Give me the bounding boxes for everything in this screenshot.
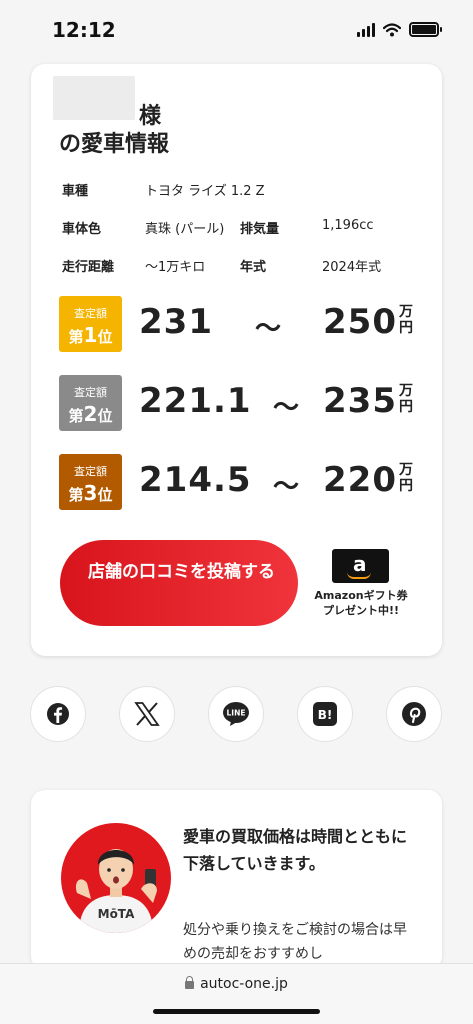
user-name-redacted [53, 76, 135, 120]
rank-row-1: 査定額 第1位 231 〜 250 万円 [59, 296, 419, 352]
price-unit: 万円 [399, 304, 413, 336]
svg-text:B!: B! [318, 708, 333, 722]
car-info-card: 様 の愛車情報 車種 トヨタ ライズ 1.2 Z 車体色 真珠 (パール) 排気… [31, 64, 442, 656]
share-x-button[interactable] [119, 686, 175, 742]
status-time: 12:12 [52, 18, 116, 42]
spec-label-model: 車種 [62, 184, 89, 199]
spec-label-mileage: 走行距離 [62, 260, 115, 275]
rank-badge-1: 査定額 第1位 [59, 296, 122, 352]
status-bar: 12:12 [0, 0, 473, 60]
price-unit: 万円 [399, 462, 413, 494]
rank-row-2: 査定額 第2位 221.1 〜 235 万円 [59, 375, 419, 431]
rank-badge-3: 査定額 第3位 [59, 454, 122, 510]
spec-value-displacement: 1,196cc [322, 218, 374, 233]
rank-badge-caption: 査定額 [74, 307, 107, 320]
price-range-separator: 〜 [273, 472, 300, 502]
lock-icon [185, 976, 195, 989]
spec-label-color: 車体色 [62, 222, 102, 237]
price-range-separator: 〜 [273, 393, 300, 423]
browser-url-bar[interactable]: autoc-one.jp [0, 963, 473, 1024]
card-title: の愛車情報 [59, 132, 170, 157]
price-unit: 万円 [399, 383, 413, 415]
battery-icon [409, 22, 442, 37]
price-low: 231 [139, 302, 213, 342]
rank-badge-position: 第3位 [68, 481, 113, 505]
line-icon: LINE [223, 702, 249, 726]
mascot-avatar: MōTA [61, 823, 171, 933]
price-high: 235 [323, 381, 397, 421]
home-indicator[interactable] [153, 1009, 320, 1014]
x-icon [134, 702, 160, 726]
amazon-logo-icon[interactable]: a [332, 549, 389, 583]
spec-value-color: 真珠 (パール) [145, 222, 225, 237]
rank-badge-position: 第2位 [68, 402, 113, 426]
pinterest-icon [402, 702, 426, 726]
spec-value-year: 2024年式 [322, 260, 382, 275]
svg-text:MōTA: MōTA [98, 907, 135, 921]
spec-label-year: 年式 [240, 260, 267, 275]
spec-value-mileage: 〜1万キロ [145, 260, 206, 275]
rank-badge-position: 第1位 [68, 323, 113, 347]
mascot-person-illustration: MōTA [75, 849, 157, 933]
price-low: 214.5 [139, 460, 252, 500]
hatena-bookmark-icon: B! [313, 702, 337, 726]
price-high: 220 [323, 460, 397, 500]
spec-label-displacement: 排気量 [240, 222, 280, 237]
promo-body: 処分や乗り換えをご検討の場合は早めの売却をおすすめし [183, 922, 407, 962]
share-line-button[interactable]: LINE [208, 686, 264, 742]
post-review-button[interactable]: 店舗の口コミを投稿する [60, 540, 298, 626]
price-high: 250 [323, 302, 397, 342]
share-hatena-button[interactable]: B! [297, 686, 353, 742]
svg-text:LINE: LINE [227, 709, 246, 718]
url-text: autoc-one.jp [200, 976, 288, 992]
rank-row-3: 査定額 第3位 214.5 〜 220 万円 [59, 454, 419, 510]
rank-badge-caption: 査定額 [74, 465, 107, 478]
promo-card: MōTA 愛車の買取価格は時間とともに下落していきます。 処分や乗り換えをご検討… [31, 790, 442, 970]
rank-badge-2: 査定額 第2位 [59, 375, 122, 431]
rank-badge-caption: 査定額 [74, 386, 107, 399]
price-range-separator: 〜 [255, 314, 282, 344]
promo-headline: 愛車の買取価格は時間とともに下落していきます。 [183, 827, 408, 873]
wifi-icon [383, 22, 401, 36]
spec-value-model: トヨタ ライズ 1.2 Z [145, 184, 265, 199]
status-icons [357, 22, 442, 37]
share-facebook-button[interactable] [30, 686, 86, 742]
url-display[interactable]: autoc-one.jp [0, 976, 473, 992]
share-pinterest-button[interactable] [386, 686, 442, 742]
facebook-icon [47, 703, 69, 725]
signal-icon [357, 22, 375, 37]
amazon-gift-text[interactable]: Amazonギフト券 プレゼント中!! [299, 588, 423, 618]
price-low: 221.1 [139, 381, 252, 421]
